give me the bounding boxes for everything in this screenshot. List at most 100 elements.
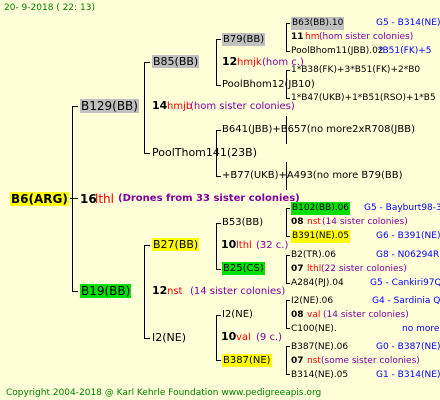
row2-note: (hom sister colonies) xyxy=(319,32,414,42)
tree-line xyxy=(216,176,221,177)
tree-line xyxy=(286,346,287,374)
tree-line xyxy=(216,315,221,316)
b129-code: hmjb xyxy=(167,101,193,112)
tree-line xyxy=(216,315,217,360)
b129-number: 14 xyxy=(152,99,168,112)
tree-line xyxy=(70,198,78,199)
queen-i2-gen3[interactable]: I2(NE) xyxy=(222,309,253,321)
row10-number: 07 xyxy=(291,264,304,274)
tree-line xyxy=(216,39,217,85)
b391-source: G6 - B391(NE) xyxy=(376,231,440,241)
tree-line xyxy=(286,98,290,99)
queen-b391[interactable]: B391(NE).05 xyxy=(291,230,351,243)
b27-number: 10 xyxy=(221,238,237,251)
i2-code: val xyxy=(236,332,251,343)
queen-i2-gen2[interactable]: I2(NE) xyxy=(152,332,186,344)
copyright-footer: Copyright 2004-2018 @ Karl Kehrle Founda… xyxy=(6,388,322,398)
queen-c100[interactable]: C100(NE). xyxy=(291,323,337,335)
tree-line xyxy=(72,106,73,292)
b79-number: 12 xyxy=(222,55,238,68)
queen-b27[interactable]: B27(BB) xyxy=(152,238,200,251)
b63-source: G5 - B314(NE) xyxy=(376,18,440,28)
b2-source: G8 - N06294R xyxy=(376,250,440,260)
queen-b38-line[interactable]: 1*B38(FK)+3*B51(FK)+2*B0 xyxy=(291,64,420,76)
tree-line xyxy=(286,208,290,209)
tree-line xyxy=(286,236,290,237)
tree-line xyxy=(286,70,290,71)
tree-line xyxy=(144,62,150,63)
row2-code: hm xyxy=(305,32,320,42)
tree-line xyxy=(286,300,287,328)
i2-number: 10 xyxy=(221,330,237,343)
tree-line xyxy=(216,130,221,131)
tree-line xyxy=(286,374,290,375)
row7-code: nst xyxy=(307,217,321,227)
queen-b314[interactable]: B314(NE).05 xyxy=(291,369,348,381)
tree-line xyxy=(286,255,287,283)
queen-poolbhom12[interactable]: PoolBhom12(JB10) xyxy=(222,79,315,91)
date-stamp: 20- 9-2018 ( 22: 13) xyxy=(4,3,95,13)
queen-b102[interactable]: B102(BB).06 xyxy=(291,202,351,215)
tree-line xyxy=(286,283,290,284)
row13-number: 08 xyxy=(291,310,304,320)
b19-note: (14 sister colonies) xyxy=(190,286,286,297)
row2-number: 11 xyxy=(291,32,304,42)
queen-poolbhom11[interactable]: PoolBhom11(JBB).02 xyxy=(291,45,384,57)
row16-code: nst xyxy=(307,356,321,366)
tree-line xyxy=(216,223,217,269)
queen-a284[interactable]: A284(PJ).04 xyxy=(291,277,344,289)
queen-b25[interactable]: B25(CS) xyxy=(222,262,265,275)
row16-number: 07 xyxy=(291,356,304,366)
tree-line xyxy=(72,291,78,292)
queen-b85[interactable]: B85(BB) xyxy=(152,55,200,68)
queen-poolthom141[interactable]: PoolThom141(23B) xyxy=(152,147,257,159)
tree-line xyxy=(144,245,145,338)
queen-b19[interactable]: B19(BB) xyxy=(80,284,132,298)
queen-b77-line[interactable]: +B77(UKB)+A493(no more B79(BB) xyxy=(222,170,403,182)
root-note: (Drones from 33 sister colonies) xyxy=(118,193,300,204)
tree-line xyxy=(144,245,150,246)
c100-source: no more xyxy=(402,324,440,334)
queen-b387[interactable]: B387(NE) xyxy=(222,354,272,367)
row7-note: (14 sister colonies) xyxy=(322,217,408,227)
row10-note: (22 sister colonies) xyxy=(321,264,407,274)
b19-code: nst xyxy=(167,286,183,297)
i2-source: G4 - Sardinia Q xyxy=(372,296,440,306)
tree-line xyxy=(144,62,145,153)
tree-line xyxy=(286,328,290,329)
queen-b2[interactable]: B2(TR).06 xyxy=(291,249,336,261)
row13-note: (14 sister colonies) xyxy=(323,310,409,320)
tree-line xyxy=(216,39,221,40)
tree-line xyxy=(72,106,78,107)
b129-note: (hom sister colonies) xyxy=(190,101,295,112)
queen-b63[interactable]: B63(BB).10 xyxy=(291,17,345,30)
queen-i2-gen4[interactable]: I2(NE).06 xyxy=(291,295,333,307)
b27-code: lthl xyxy=(236,240,252,251)
i2-note: (9 c.) xyxy=(256,332,283,343)
tree-line xyxy=(286,23,290,24)
tree-line xyxy=(286,255,290,256)
row13-code: val xyxy=(307,310,321,320)
row16-note: (some sister colonies) xyxy=(321,356,420,366)
tree-line xyxy=(286,346,290,347)
b19-number: 12 xyxy=(152,284,168,297)
b102-source: G5 - Bayburt98-3 xyxy=(364,203,440,213)
tree-line xyxy=(286,300,290,301)
tree-line xyxy=(144,153,150,154)
row7-number: 08 xyxy=(291,217,304,227)
row10-code: lthl xyxy=(307,264,322,274)
queen-b53[interactable]: B53(BB) xyxy=(222,217,263,229)
queen-b79[interactable]: B79(BB) xyxy=(222,33,266,46)
tree-line xyxy=(216,269,221,270)
tree-line xyxy=(216,85,221,86)
queen-b641-line[interactable]: B641(JBB)+B657(no more2xR708(JBB) xyxy=(222,124,415,136)
queen-b387-gen4[interactable]: B387(NE).06 xyxy=(291,341,348,353)
queen-b129[interactable]: B129(BB) xyxy=(80,99,139,113)
poolbhom11-source: *B51(FK)+5 xyxy=(378,46,432,56)
root-queen[interactable]: B6(ARG) xyxy=(10,192,69,206)
queen-b47-line[interactable]: 1*B47(UKB)+1*B51(RSO)+1*B5 xyxy=(291,92,436,104)
b79-code: hmjk xyxy=(237,57,262,68)
tree-line xyxy=(286,23,287,51)
b387-source: G0 - B387(NE) xyxy=(376,342,440,352)
b27-note: (32 c.) xyxy=(256,240,289,251)
